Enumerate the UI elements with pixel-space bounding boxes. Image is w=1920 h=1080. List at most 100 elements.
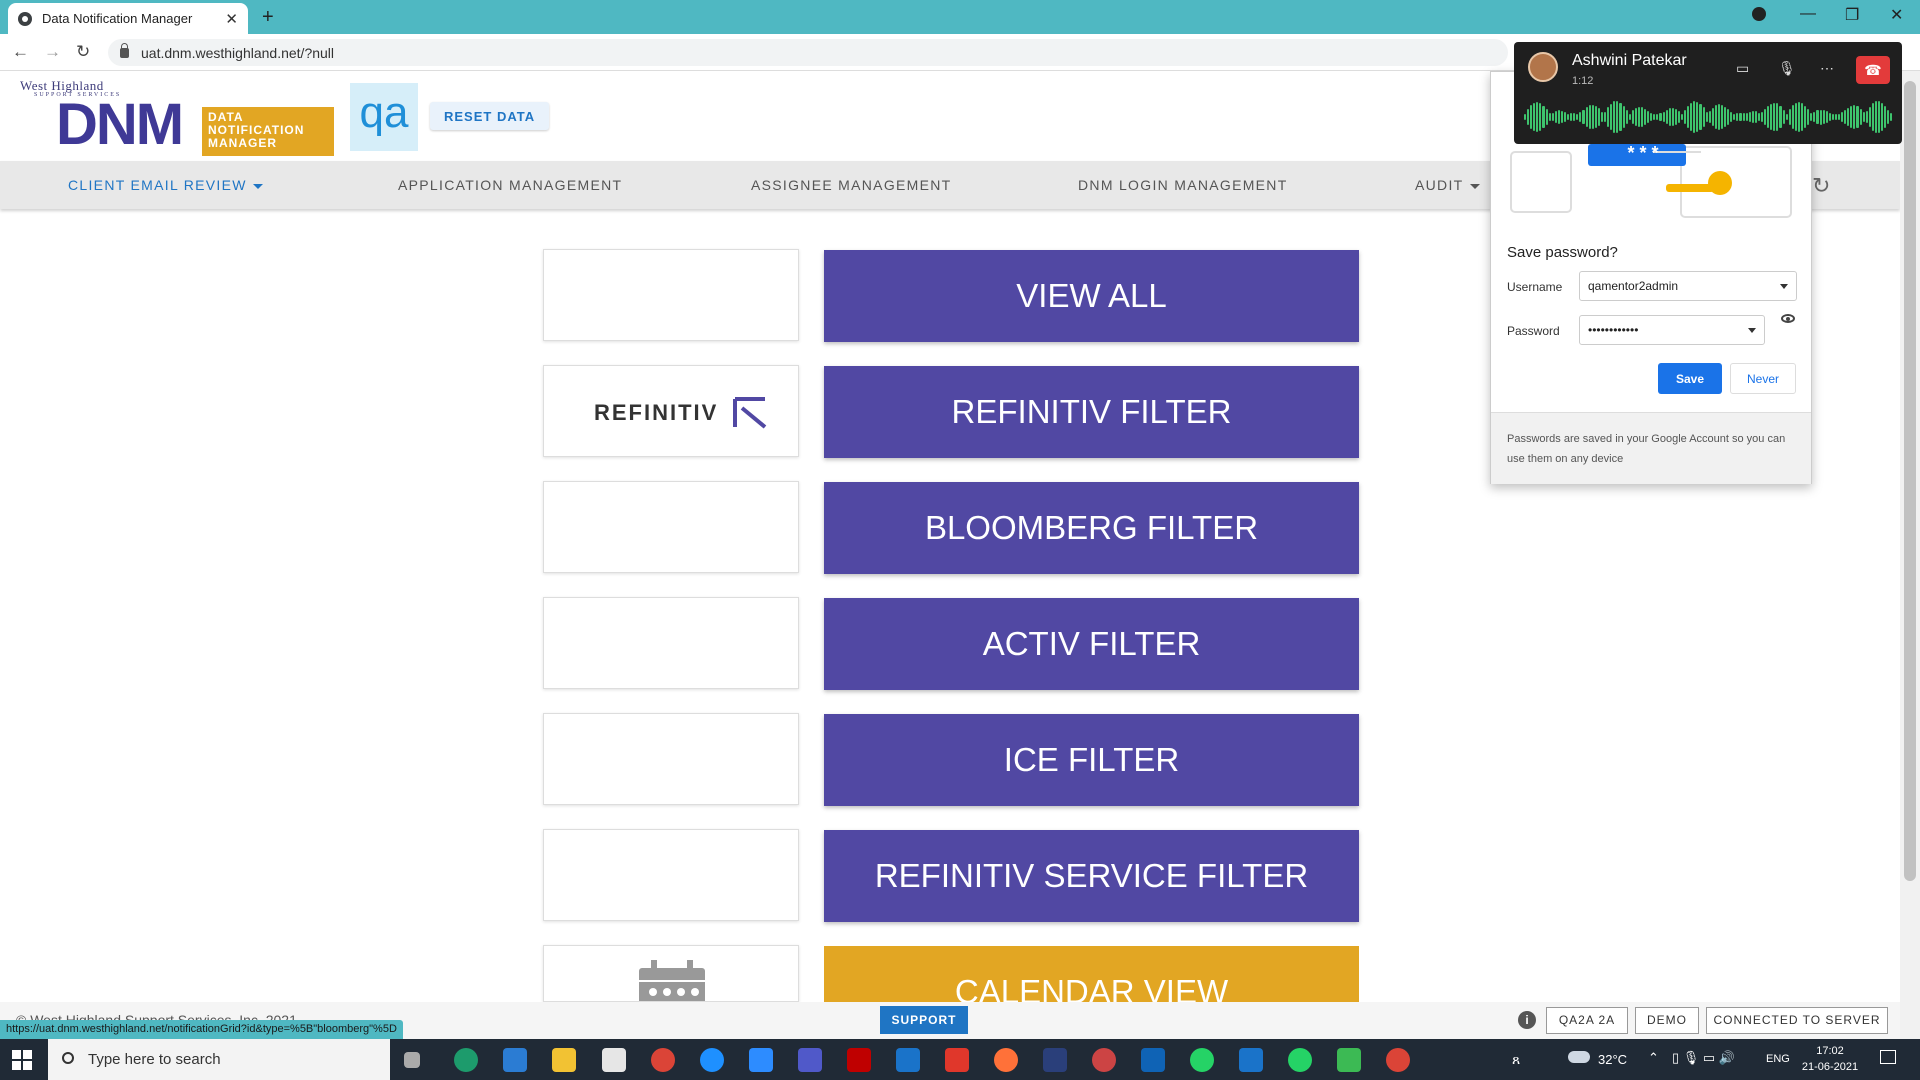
scrollbar-thumb[interactable] (1904, 81, 1916, 881)
windows-start-icon[interactable] (12, 1050, 32, 1070)
nav-assignee-management[interactable]: ASSIGNEE MANAGEMENT (751, 177, 952, 193)
close-window-icon[interactable]: ✕ (1890, 5, 1903, 25)
waveform-bar (1877, 101, 1881, 133)
filezilla-icon[interactable] (847, 1048, 871, 1072)
ice-filter-button[interactable]: ICE FILTER (824, 714, 1359, 806)
hangup-button[interactable]: ☎ (1856, 56, 1890, 84)
waveform-bar (1600, 111, 1604, 123)
waveform-bar (1807, 109, 1810, 125)
calendar-view-button[interactable]: CALENDAR VIEW (824, 946, 1359, 1002)
ie-icon[interactable] (700, 1048, 724, 1072)
waveform-bar (1662, 111, 1665, 123)
anydesk-icon[interactable] (945, 1048, 969, 1072)
edge-icon[interactable] (454, 1048, 478, 1072)
close-tab-icon[interactable]: ✕ (225, 10, 238, 28)
waveform-bar (1871, 103, 1874, 131)
waveform-bar (1613, 101, 1616, 133)
waveform-bar (1797, 101, 1801, 133)
nav-client-email-review[interactable]: CLIENT EMAIL REVIEW (68, 177, 263, 193)
chevron-down-icon[interactable] (1780, 284, 1788, 289)
eye-icon[interactable] (1781, 314, 1795, 323)
media-player-icon[interactable] (1337, 1048, 1361, 1072)
waveform-bar (1813, 112, 1816, 122)
whatsapp-icon[interactable] (1190, 1048, 1214, 1072)
back-icon[interactable]: ← (12, 42, 29, 62)
snip-icon[interactable] (1092, 1048, 1116, 1072)
refinitiv-logo-text: REFINITIV (594, 400, 719, 425)
tagline-line: MANAGER (208, 136, 277, 150)
refinitiv-filter-button[interactable]: REFINITIV FILTER (824, 366, 1359, 458)
task-view-icon[interactable] (404, 1052, 420, 1068)
save-password-button[interactable]: Save (1658, 363, 1722, 394)
refinitiv-service-filter-button[interactable]: REFINITIV SERVICE FILTER (824, 830, 1359, 922)
nav-application-management[interactable]: APPLICATION MANAGEMENT (398, 177, 622, 193)
temperature[interactable]: 32°C (1598, 1052, 1627, 1067)
bloomberg-filter-button[interactable]: BLOOMBERG FILTER (824, 482, 1359, 574)
waveform-bar (1539, 103, 1542, 131)
waveform-bar (1730, 111, 1733, 123)
app-s-icon[interactable] (896, 1048, 920, 1072)
nav-label: CLIENT EMAIL REVIEW (68, 177, 247, 193)
waveform-bar (1785, 113, 1788, 121)
restore-icon[interactable]: ❐ (1845, 5, 1859, 25)
view-all-button[interactable]: VIEW ALL (824, 250, 1359, 342)
waveform-bar (1551, 112, 1554, 122)
language[interactable]: ENG (1766, 1053, 1790, 1065)
masked-hint: * * * (1627, 143, 1659, 163)
waveform-bar (1804, 105, 1807, 129)
reset-data-button[interactable]: RESET DATA (430, 102, 550, 130)
chrome-icon[interactable] (651, 1048, 675, 1072)
page-scrollbar[interactable] (1900, 71, 1920, 1039)
waveform-bar (1850, 106, 1853, 128)
support-button[interactable]: SUPPORT (880, 1006, 968, 1034)
reload-icon[interactable]: ↻ (76, 42, 90, 62)
minimize-icon[interactable]: — (1800, 5, 1816, 23)
more-icon[interactable]: ⋯ (1820, 60, 1834, 77)
nav-dnm-login-management[interactable]: DNM LOGIN MANAGEMENT (1078, 177, 1288, 193)
notifications-icon[interactable] (1880, 1050, 1896, 1064)
waveform-bar (1548, 112, 1551, 122)
waveform-bar (1576, 113, 1579, 121)
zoom-icon[interactable] (749, 1048, 773, 1072)
clock[interactable]: 17:02 21-06-2021 (1800, 1043, 1860, 1075)
chrome-active-icon[interactable] (1386, 1048, 1410, 1072)
logo-box-refinitiv: REFINITIV (543, 365, 799, 457)
never-button[interactable]: Never (1730, 363, 1796, 394)
store-icon[interactable] (602, 1048, 626, 1072)
new-tab-icon[interactable]: + (262, 6, 274, 29)
info-icon[interactable]: i (1518, 1011, 1536, 1029)
waveform-bar (1637, 106, 1640, 128)
waveform-bar (1690, 102, 1693, 132)
file-explorer-icon[interactable] (552, 1048, 576, 1072)
people-icon[interactable]: ጸ (1512, 1051, 1520, 1068)
taskbar-search-input[interactable]: Type here to search (48, 1039, 390, 1080)
username-field[interactable]: qamentor2admin (1579, 271, 1797, 301)
password-label: Password (1507, 324, 1560, 338)
waveform-bar (1656, 113, 1659, 121)
browser-tab[interactable]: Data Notification Manager ✕ (8, 3, 248, 34)
vs-icon[interactable] (1043, 1048, 1067, 1072)
waveform-bar (1828, 112, 1831, 122)
mail-icon[interactable] (503, 1048, 527, 1072)
microphone-icon[interactable]: 🎙 (1778, 60, 1796, 77)
video-icon[interactable]: ▭ (1736, 60, 1749, 77)
waveform-bar (1881, 102, 1884, 132)
waveform-bar (1594, 105, 1597, 129)
chevron-down-icon[interactable] (1748, 328, 1756, 333)
teams-icon[interactable] (798, 1048, 822, 1072)
app-s-icon-2[interactable] (1239, 1048, 1263, 1072)
refresh-icon[interactable]: ↻ (1812, 173, 1830, 199)
profile-dropdown-icon[interactable] (1752, 7, 1766, 21)
firefox-icon[interactable] (994, 1048, 1018, 1072)
password-field[interactable]: •••••••••••• (1579, 315, 1765, 345)
outlook-icon[interactable] (1141, 1048, 1165, 1072)
forward-icon[interactable]: → (44, 42, 61, 62)
waveform-bar (1874, 101, 1877, 133)
whatsapp-icon-2[interactable] (1288, 1048, 1312, 1072)
activ-filter-button[interactable]: ACTIV FILTER (824, 598, 1359, 690)
nav-audit[interactable]: AUDIT (1415, 177, 1480, 193)
cloud-icon (1568, 1051, 1590, 1063)
tray-icons[interactable]: ▯ 🎙 ▭ 🔊 (1672, 1050, 1735, 1066)
url-field[interactable]: uat.dnm.westhighland.net/?null (108, 39, 1508, 66)
chevron-up-icon[interactable]: ⌃ (1648, 1050, 1659, 1066)
